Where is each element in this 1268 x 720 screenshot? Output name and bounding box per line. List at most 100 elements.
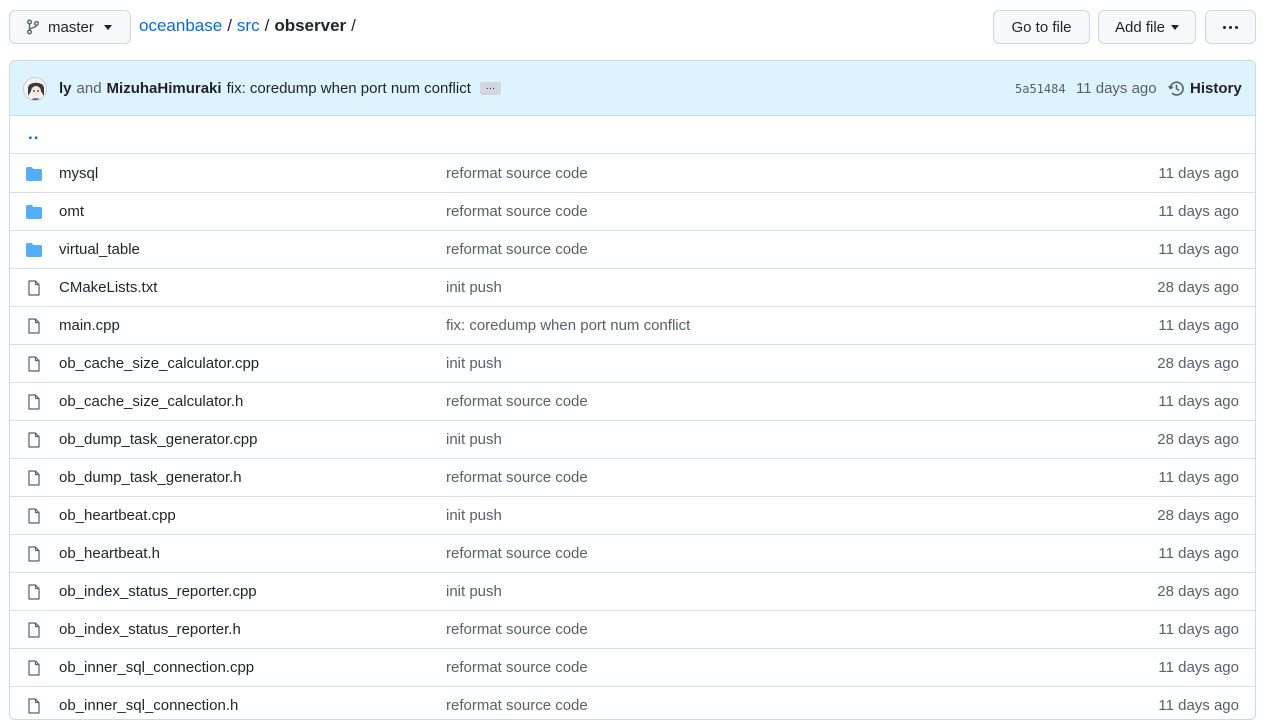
file-row[interactable]: CMakeLists.txt init push 28 days ago [10,269,1255,307]
branch-select-button[interactable]: master [9,10,131,44]
file-commit-message-link[interactable]: reformat source code [446,165,588,182]
file-name-link[interactable]: mysql [59,165,98,182]
commit-author[interactable]: ly [59,80,72,97]
breadcrumb: oceanbase / src / observer / [139,16,361,36]
file-row[interactable]: ob_dump_task_generator.cpp init push 28 da… [10,421,1255,459]
add-file-button[interactable]: Add file [1098,10,1196,44]
file-commit-message-link[interactable]: reformat source code [446,659,588,676]
file-row[interactable]: ob_cache_size_calculator.cpp init push 28 … [10,345,1255,383]
file-name-link[interactable]: ob_cache_size_calculator.h [59,393,243,410]
file-name-link[interactable]: CMakeLists.txt [59,279,157,296]
folder-icon [25,166,43,182]
file-row[interactable]: omt reformat source code 11 days ago [10,193,1255,231]
parent-directory-link[interactable]: .. [28,124,39,144]
more-icon [1223,25,1238,29]
file-commit-message-link[interactable]: fix: coredump when port num conflict [446,317,690,334]
expand-commit-button[interactable]: … [479,81,501,95]
file-name-link[interactable]: ob_heartbeat.h [59,545,160,562]
file-icon [25,280,43,296]
file-list: mysql reformat source code 11 days ago omt r… [10,155,1255,719]
file-commit-age: 28 days ago [1157,355,1239,372]
breadcrumb-separator: / [264,16,270,35]
file-row[interactable]: ob_heartbeat.cpp init push 28 days ago [10,497,1255,535]
file-name-link[interactable]: ob_cache_size_calculator.cpp [59,355,259,372]
file-commit-message-link[interactable]: reformat source code [446,697,588,714]
commit-message[interactable]: fix: coredump when port num conflict [227,80,471,97]
file-commit-age: 11 days ago [1158,203,1239,220]
file-icon [25,622,43,638]
file-commit-message-link[interactable]: reformat source code [446,393,588,410]
file-row[interactable]: ob_dump_task_generator.h reformat source … [10,459,1255,497]
branch-label: master [48,18,94,36]
file-commit-age: 11 days ago [1158,469,1239,486]
file-commit-message-link[interactable]: init push [446,431,502,448]
breadcrumb-current: observer [274,16,347,35]
more-options-button[interactable] [1205,10,1256,44]
folder-icon [25,204,43,220]
breadcrumb-dir-link[interactable]: src [237,16,260,36]
history-label: History [1190,80,1242,97]
file-commit-message-link[interactable]: reformat source code [446,621,588,638]
repo-toolbar: master oceanbase / src / observer / Go t… [0,0,1268,54]
file-commit-message-link[interactable]: init push [446,583,502,600]
file-name-link[interactable]: ob_index_status_reporter.h [59,621,241,638]
file-name-link[interactable]: ob_heartbeat.cpp [59,507,176,524]
file-commit-message-link[interactable]: init push [446,507,502,524]
file-icon [25,470,43,486]
file-commit-age: 28 days ago [1157,431,1239,448]
file-commit-message-link[interactable]: reformat source code [446,469,588,486]
file-row[interactable]: ob_inner_sql_connection.cpp reformat sour… [10,649,1255,687]
breadcrumb-separator: / [351,16,356,35]
file-row[interactable]: virtual_table reformat source code 11 days… [10,231,1255,269]
commit-sha[interactable]: 5a51484 [1015,82,1066,96]
file-row[interactable]: ob_inner_sql_connection.h reformat source… [10,687,1255,719]
file-name-link[interactable]: ob_dump_task_generator.h [59,469,242,486]
commit-and: and [76,80,102,97]
commit-coauthor[interactable]: MizuhaHimuraki [107,80,222,97]
file-icon [25,356,43,372]
file-commit-message-link[interactable]: init push [446,279,502,296]
file-commit-age: 11 days ago [1158,317,1239,334]
file-name-link[interactable]: omt [59,203,84,220]
file-row[interactable]: ob_cache_size_calculator.h reformat sourc… [10,383,1255,421]
file-commit-age: 11 days ago [1158,393,1239,410]
file-commit-message-link[interactable]: reformat source code [446,241,588,258]
file-icon [25,698,43,714]
file-name-link[interactable]: main.cpp [59,317,120,334]
breadcrumb-repo-link[interactable]: oceanbase [139,16,222,36]
file-row[interactable]: mysql reformat source code 11 days ago [10,155,1255,193]
file-browser: ly and MizuhaHimuraki fix: coredump when… [9,60,1256,720]
file-icon [25,584,43,600]
file-commit-age: 11 days ago [1158,241,1239,258]
file-icon [25,546,43,562]
file-name-link[interactable]: ob_dump_task_generator.cpp [59,431,257,448]
file-icon [25,660,43,676]
file-name-link[interactable]: ob_inner_sql_connection.h [59,697,238,714]
file-name-link[interactable]: virtual_table [59,241,140,258]
history-icon [1168,81,1184,96]
parent-directory-row[interactable]: .. [10,117,1255,154]
file-commit-message-link[interactable]: reformat source code [446,545,588,562]
history-link[interactable]: History [1168,80,1242,97]
file-icon [25,432,43,448]
file-row[interactable]: main.cpp fix: coredump when port num conf… [10,307,1255,345]
file-row[interactable]: ob_heartbeat.h reformat source code 11 day… [10,535,1255,573]
commit-age: 11 days ago [1076,80,1157,97]
go-to-file-button[interactable]: Go to file [993,10,1090,44]
file-row[interactable]: ob_index_status_reporter.cpp init push 28 … [10,573,1255,611]
add-file-label: Add file [1114,18,1166,36]
chevron-down-icon [103,24,112,30]
chevron-down-icon [1171,24,1180,30]
avatar[interactable] [23,77,47,101]
file-name-link[interactable]: ob_inner_sql_connection.cpp [59,659,254,676]
file-name-link[interactable]: ob_index_status_reporter.cpp [59,583,257,600]
file-row[interactable]: ob_index_status_reporter.h reformat sourc… [10,611,1255,649]
file-commit-age: 28 days ago [1157,583,1239,600]
git-branch-icon [27,19,39,35]
file-commit-age: 28 days ago [1157,279,1239,296]
file-commit-age: 11 days ago [1158,165,1239,182]
file-commit-message-link[interactable]: reformat source code [446,203,588,220]
file-commit-message-link[interactable]: init push [446,355,502,372]
file-commit-age: 11 days ago [1158,621,1239,638]
file-commit-age: 11 days ago [1158,545,1239,562]
